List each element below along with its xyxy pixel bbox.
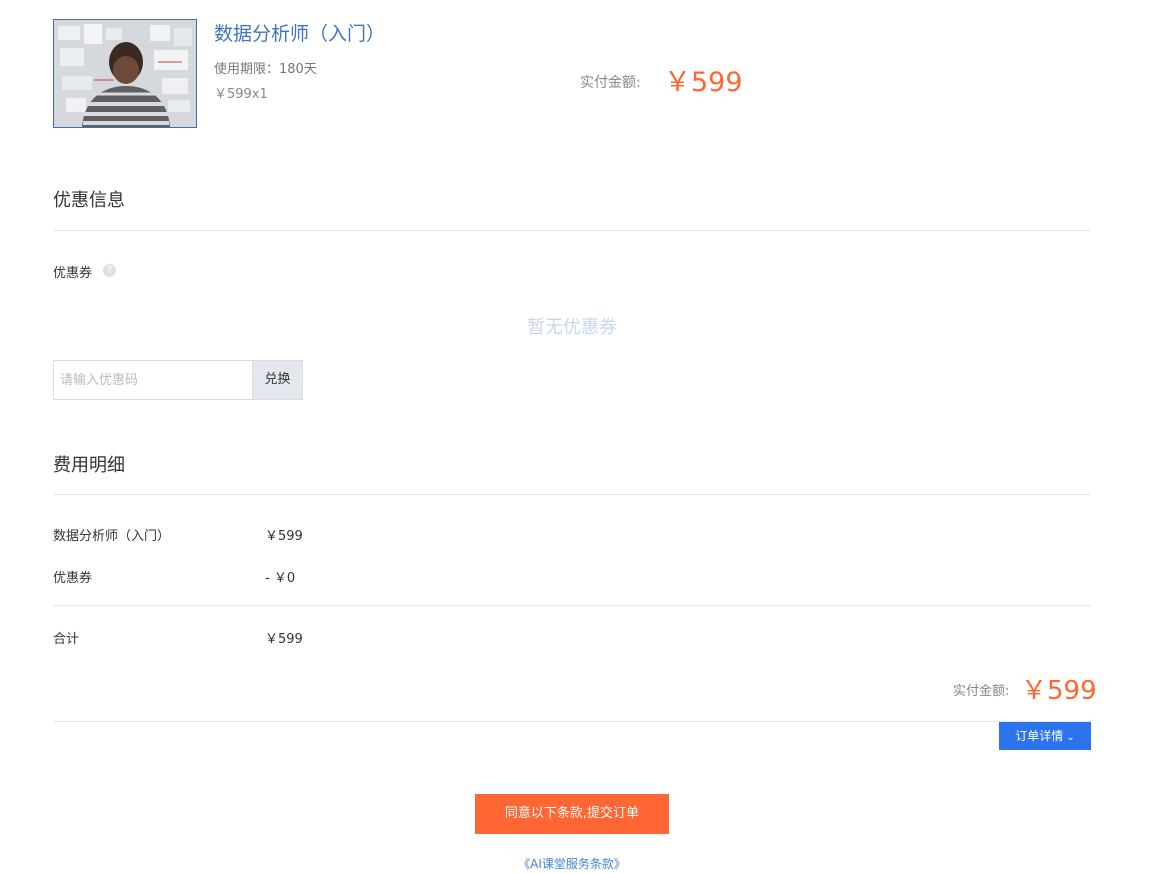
fee-item-name: 数据分析师（入门） [53,529,171,544]
section-divider [53,230,1091,231]
fee-total-name: 合计 [53,632,80,647]
fee-divider [53,605,1091,606]
empty-coupons-message: 暂无优惠券 [527,317,617,338]
coupon-label: 优惠券 [53,266,93,281]
redeem-button[interactable]: 兑换 [252,360,303,400]
submit-order-button[interactable]: 同意以下条款,提交订单 [475,794,669,834]
course-duration: 使用期限：180天 [214,62,317,77]
final-paid-label: 实付金额: [953,684,1010,699]
course-unit-price: ￥599x1 [214,87,268,102]
summary-divider [53,721,1091,722]
section-divider [53,494,1091,495]
fee-item-value: - ￥0 [265,571,296,586]
coupon-section-title: 优惠信息 [53,190,125,211]
order-details-button[interactable]: 订单详情 ⌄ [999,722,1091,750]
course-thumbnail-image [54,20,196,127]
paid-amount-value: ￥599 [664,67,743,98]
service-terms-link[interactable]: 《AI课堂服务条款》 [0,855,1144,872]
paid-amount-label: 实付金额: [580,75,641,91]
fee-section-title: 费用明细 [53,455,125,476]
course-thumbnail [53,19,197,128]
final-paid-amount: ￥599 [1021,676,1097,706]
chevron-down-icon: ⌄ [1066,732,1075,743]
order-details-label: 订单详情 [1015,729,1064,743]
fee-item-name: 优惠券 [53,571,93,586]
fee-item-value: ￥599 [265,529,303,544]
question-icon[interactable]: ? [103,264,116,277]
fee-total-value: ￥599 [265,632,303,647]
course-title[interactable]: 数据分析师（入门） [214,19,385,46]
coupon-code-input[interactable] [53,360,252,400]
